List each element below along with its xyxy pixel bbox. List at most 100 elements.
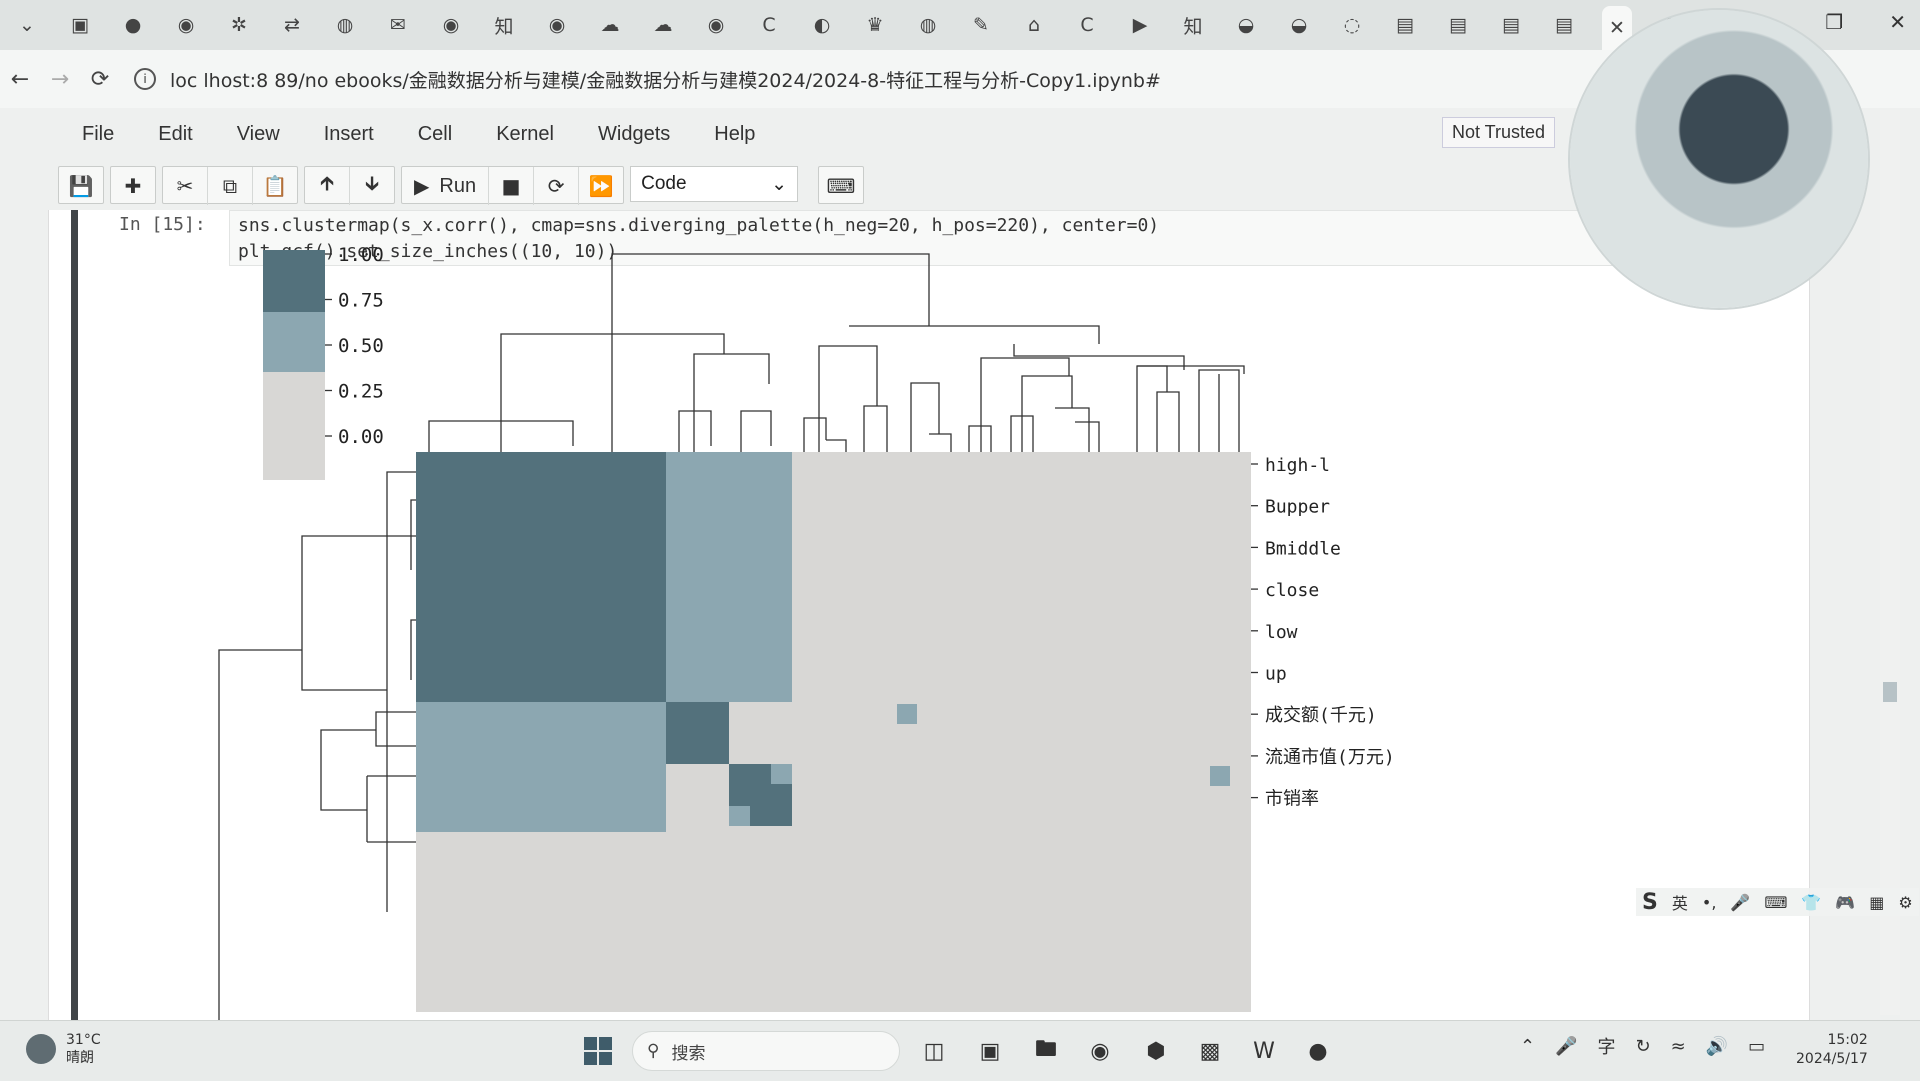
ime-punct[interactable]: •, xyxy=(1702,893,1717,912)
restart-icon[interactable]: ⟳ xyxy=(534,167,580,205)
keyboard-icon[interactable]: ⌨ xyxy=(1764,893,1787,912)
url-field[interactable]: i loc lhost:8 89/no ebooks/金融数据分析与建模/金融数… xyxy=(134,66,1161,93)
menu-view[interactable]: View xyxy=(237,123,280,146)
menu-insert[interactable]: Insert xyxy=(324,123,374,146)
book-icon[interactable]: ▤ xyxy=(1390,10,1420,40)
run-button[interactable]: ▶ Run xyxy=(402,167,490,205)
row-dendrogram-branch xyxy=(410,499,416,570)
sogou-logo-icon[interactable]: S xyxy=(1642,890,1658,915)
globe-icon[interactable]: ◍ xyxy=(330,10,360,40)
mic-icon[interactable]: 🎤 xyxy=(1730,893,1750,912)
move-down-icon[interactable]: 🡳 xyxy=(350,167,394,205)
row-label: up xyxy=(1265,664,1287,685)
sync-icon[interactable]: ↻ xyxy=(1636,1036,1651,1057)
zhihu-icon[interactable]: 知 xyxy=(1178,10,1208,40)
site-info-icon[interactable]: i xyxy=(134,68,156,90)
start-button[interactable] xyxy=(584,1037,612,1065)
page-scrollbar[interactable] xyxy=(1880,110,1900,1015)
task-view-icon[interactable]: ◫ xyxy=(918,1035,950,1067)
menu-widgets[interactable]: Widgets xyxy=(598,123,670,146)
crown-icon[interactable]: ♛ xyxy=(860,10,890,40)
globe-icon[interactable]: ◍ xyxy=(913,10,943,40)
gear-icon[interactable]: ⚙ xyxy=(1898,893,1912,912)
row-dendrogram-branch xyxy=(301,535,416,691)
chevron-down-icon[interactable]: ⌄ xyxy=(12,10,42,40)
back-icon[interactable]: ← xyxy=(0,67,40,92)
chat-icon[interactable]: ◐ xyxy=(807,10,837,40)
menu-file[interactable]: File xyxy=(82,123,114,146)
github-icon[interactable]: ◉ xyxy=(542,10,572,40)
puzzle-icon[interactable]: ✲ xyxy=(224,10,254,40)
grid-icon[interactable]: ▦ xyxy=(1869,893,1884,912)
recorder-icon[interactable]: ● xyxy=(1302,1035,1334,1067)
cloud-icon[interactable]: ☁ xyxy=(595,10,625,40)
terminal-icon[interactable]: ▩ xyxy=(1194,1035,1226,1067)
chevron-up-icon[interactable]: ⌃ xyxy=(1520,1036,1535,1057)
ime-lang[interactable]: 英 xyxy=(1672,890,1688,914)
disc-icon[interactable]: ◒ xyxy=(1284,10,1314,40)
shirt-icon[interactable]: 👕 xyxy=(1801,893,1821,912)
volume-icon[interactable]: 🔊 xyxy=(1706,1036,1728,1057)
loading-icon[interactable]: ◌ xyxy=(1337,10,1367,40)
cloud-icon[interactable]: ☁ xyxy=(648,10,678,40)
copy-icon[interactable]: ⧉ xyxy=(208,167,253,205)
menu-help[interactable]: Help xyxy=(714,123,755,146)
move-up-icon[interactable]: 🡱 xyxy=(305,167,350,205)
zhihu-icon[interactable]: 知 xyxy=(489,10,519,40)
book-icon[interactable]: ▤ xyxy=(1443,10,1473,40)
c-icon[interactable]: C xyxy=(1072,10,1102,40)
colorbar-tick-label: 0.75 xyxy=(338,290,384,312)
github-icon[interactable]: ◉ xyxy=(701,10,731,40)
wps-icon[interactable]: W xyxy=(1248,1035,1280,1067)
save-icon[interactable]: 💾 xyxy=(59,167,103,205)
folder-icon[interactable]: 🖿 xyxy=(1030,1035,1062,1067)
clock[interactable]: 15:02 2024/5/17 xyxy=(1796,1031,1868,1069)
menu-edit[interactable]: Edit xyxy=(158,123,192,146)
book-icon[interactable]: ▤ xyxy=(1496,10,1526,40)
home-icon[interactable]: ⌂ xyxy=(1019,10,1049,40)
reload-icon[interactable]: ⟳ xyxy=(80,67,120,92)
app-icon[interactable]: ⬢ xyxy=(1140,1035,1172,1067)
fast-forward-icon[interactable]: ⏩ xyxy=(579,167,623,205)
mail-icon[interactable]: ✉ xyxy=(383,10,413,40)
row-dendrogram-branch xyxy=(320,729,376,811)
heatmap-cell-mid xyxy=(897,704,917,724)
feather-icon[interactable]: ✎ xyxy=(966,10,996,40)
menu-kernel[interactable]: Kernel xyxy=(496,123,554,146)
battery-icon[interactable]: ▭ xyxy=(1748,1036,1765,1057)
keyboard-icon[interactable]: ⌨ xyxy=(819,167,863,205)
browser-icon[interactable]: ◉ xyxy=(1084,1035,1116,1067)
add-cell-icon[interactable]: ✚ xyxy=(111,167,155,205)
c-icon[interactable]: C xyxy=(754,10,784,40)
disc-icon[interactable]: ◒ xyxy=(1231,10,1261,40)
paste-icon[interactable]: 📋 xyxy=(253,167,297,205)
explorer-icon[interactable]: ▣ xyxy=(974,1035,1006,1067)
column-dendrogram-branch xyxy=(929,433,952,454)
column-dendrogram-branch xyxy=(1136,365,1245,454)
github-icon[interactable]: ◉ xyxy=(171,10,201,40)
stop-icon[interactable]: ■ xyxy=(489,167,535,205)
book-icon[interactable]: ▤ xyxy=(1549,10,1579,40)
wifi-icon[interactable]: ≈ xyxy=(1671,1036,1686,1057)
row-dendrogram-branch xyxy=(410,619,416,680)
restore-icon[interactable]: ❐ xyxy=(1825,10,1843,34)
column-dendrogram-branch xyxy=(1075,421,1100,454)
video-icon[interactable]: ▶ xyxy=(1125,10,1155,40)
menu-cell[interactable]: Cell xyxy=(418,123,452,146)
github-icon[interactable]: ◉ xyxy=(436,10,466,40)
cell-type-select[interactable]: Code ⌄ xyxy=(630,166,799,202)
forward-icon[interactable]: → xyxy=(40,67,80,92)
scrollbar-thumb[interactable] xyxy=(1883,682,1897,702)
taskbar-search[interactable]: ⚲ 搜索 xyxy=(632,1031,900,1071)
cut-icon[interactable]: ✂ xyxy=(163,167,208,205)
calendar-icon[interactable]: ▣ xyxy=(65,10,95,40)
not-trusted-button[interactable]: Not Trusted xyxy=(1442,117,1556,148)
close-window-icon[interactable]: ✕ xyxy=(1889,10,1906,34)
ime-icon[interactable]: 字 xyxy=(1598,1033,1616,1059)
record-icon[interactable]: ● xyxy=(118,10,148,40)
mic-icon[interactable]: 🎤 xyxy=(1555,1036,1577,1057)
weather-widget[interactable]: 31°C 晴朗 xyxy=(26,1031,101,1067)
shuffle-icon[interactable]: ⇄ xyxy=(277,10,307,40)
gamepad-icon[interactable]: 🎮 xyxy=(1835,893,1855,912)
row-label: low xyxy=(1265,622,1298,643)
